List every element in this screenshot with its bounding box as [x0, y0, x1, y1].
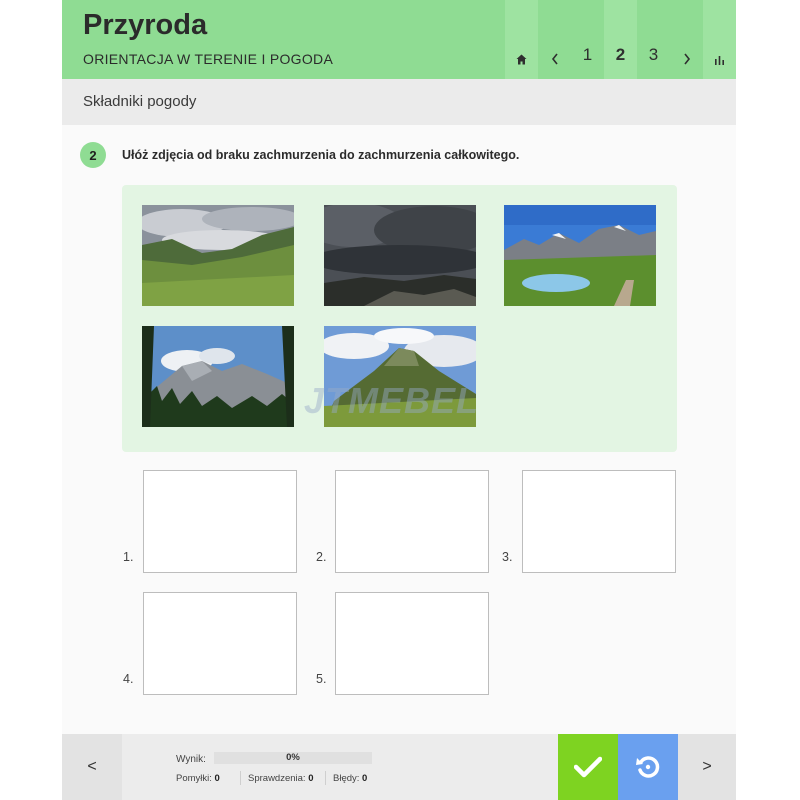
page-button-1[interactable]: 1 [571, 0, 604, 79]
draggable-photo-1[interactable] [142, 205, 294, 306]
score-progress-bar: 0% [214, 752, 372, 764]
mistakes-stat: Pomyłki: 0 [176, 773, 220, 784]
reset-button[interactable] [618, 734, 678, 800]
mistakes-label: Pomyłki: [176, 773, 212, 784]
overcast-storm-clouds-photo [324, 205, 476, 306]
page-subtitle: ORIENTACJA W TERENIE I POGODA [83, 51, 334, 67]
footer-bar: < Wynik: 0% Pomyłki: 0 Sprawdzenia: 0 Bł… [62, 734, 736, 800]
score-label: Wynik: [176, 754, 206, 765]
drop-slot-1[interactable] [143, 470, 297, 573]
stat-divider [325, 771, 326, 785]
checks-label: Sprawdzenia: [248, 773, 306, 784]
section-bar: Składniki pogody [62, 79, 736, 125]
clear-sky-alpine-lake-photo [504, 205, 656, 306]
drop-slot-5[interactable] [335, 592, 489, 695]
score-value: 0% [286, 752, 300, 763]
image-pool [122, 185, 677, 452]
slot-label-4: 4. [123, 672, 134, 686]
stats-button[interactable] [703, 0, 736, 79]
home-button[interactable] [505, 0, 538, 79]
checkmark-icon [574, 756, 602, 778]
header: Przyroda ORIENTACJA W TERENIE I POGODA 1… [62, 0, 736, 79]
errors-label: Błędy: [333, 773, 360, 784]
slot-label-3: 3. [502, 550, 513, 564]
draggable-photo-4[interactable] [142, 326, 294, 427]
checks-value: 0 [308, 773, 314, 784]
draggable-photo-3[interactable] [504, 205, 656, 306]
page-button-2[interactable]: 2 [604, 0, 637, 79]
drop-slot-4[interactable] [143, 592, 297, 695]
drop-slot-2[interactable] [335, 470, 489, 573]
errors-value: 0 [362, 773, 368, 784]
home-icon [516, 54, 527, 65]
checks-stat: Sprawdzenia: 0 [248, 773, 314, 784]
bar-chart-icon [715, 56, 724, 65]
page-button-3[interactable]: 3 [637, 0, 670, 79]
draggable-photo-5[interactable] [324, 326, 476, 427]
next-page-button[interactable] [670, 0, 703, 79]
chevron-left-icon [551, 53, 558, 65]
mountain-scattered-clouds-photo [324, 326, 476, 427]
reset-icon [636, 756, 660, 778]
chevron-right-icon [683, 53, 690, 65]
question-text: Ułóż zdjęcia od braku zachmurzenia do za… [122, 148, 520, 162]
page-title: Przyroda [83, 9, 208, 41]
slot-label-2: 2. [316, 550, 327, 564]
page-navigation: 1 2 3 [505, 0, 736, 79]
slot-label-1: 1. [123, 550, 134, 564]
drop-slot-3[interactable] [522, 470, 676, 573]
prev-exercise-button[interactable]: < [62, 734, 122, 800]
mistakes-value: 0 [214, 773, 220, 784]
question-number-badge: 2 [80, 142, 106, 168]
exercise-app: Przyroda ORIENTACJA W TERENIE I POGODA 1… [62, 0, 736, 800]
next-exercise-button[interactable]: > [678, 734, 736, 800]
errors-stat: Błędy: 0 [333, 773, 367, 784]
prev-page-button[interactable] [538, 0, 571, 79]
section-title: Składniki pogody [83, 93, 197, 110]
draggable-photo-2[interactable] [324, 205, 476, 306]
check-button[interactable] [558, 734, 618, 800]
slot-label-5: 5. [316, 672, 327, 686]
stat-divider [240, 771, 241, 785]
cloudy-mountain-forest-photo [142, 326, 294, 427]
valley-partly-cloudy-photo [142, 205, 294, 306]
